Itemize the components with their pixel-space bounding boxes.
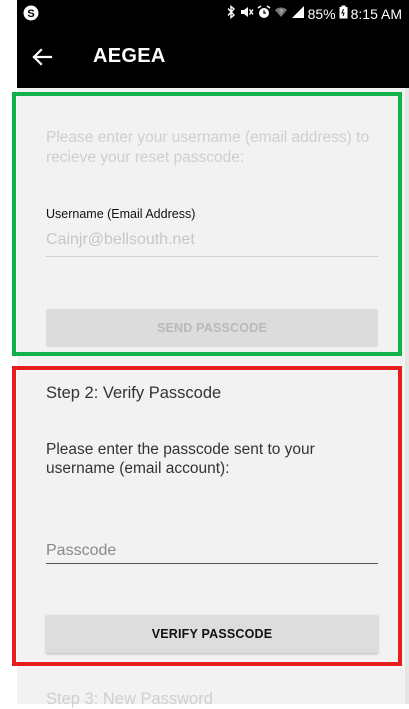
status-icons: ? 85% 8:15 AM: [227, 5, 402, 22]
username-label: Username (Email Address): [46, 207, 196, 221]
username-field[interactable]: Cainjr@bellsouth.net: [46, 231, 378, 257]
alarm-icon: [257, 5, 271, 22]
signal-icon: [291, 5, 305, 22]
step1-instructions: Please enter your username (email addres…: [46, 129, 370, 166]
step2-instructions: Please enter the passcode sent to your u…: [46, 441, 315, 477]
step3-title: Step 3: New Password: [46, 690, 213, 708]
skype-icon: S: [23, 5, 39, 21]
app-bar: AEGEA: [17, 26, 409, 88]
passcode-input[interactable]: [46, 538, 378, 564]
status-time: 8:15 AM: [350, 5, 402, 22]
status-bar: S ? 85% 8:15 AM: [17, 0, 409, 26]
arrow-left-icon[interactable]: [31, 46, 53, 68]
step2-title: Step 2: Verify Passcode: [46, 384, 222, 402]
wifi-icon: ?: [274, 5, 288, 22]
verify-passcode-button[interactable]: VERIFY PASSCODE: [46, 615, 378, 653]
app-title: AEGEA: [93, 45, 166, 67]
mute-icon: [239, 5, 254, 22]
bluetooth-icon: [227, 5, 236, 22]
battery-percent: 85%: [307, 5, 336, 22]
svg-text:S: S: [27, 8, 34, 20]
scroll-shadow: [405, 88, 409, 704]
send-passcode-button[interactable]: SEND PASSCODE: [46, 309, 378, 347]
battery-icon: [339, 5, 348, 22]
